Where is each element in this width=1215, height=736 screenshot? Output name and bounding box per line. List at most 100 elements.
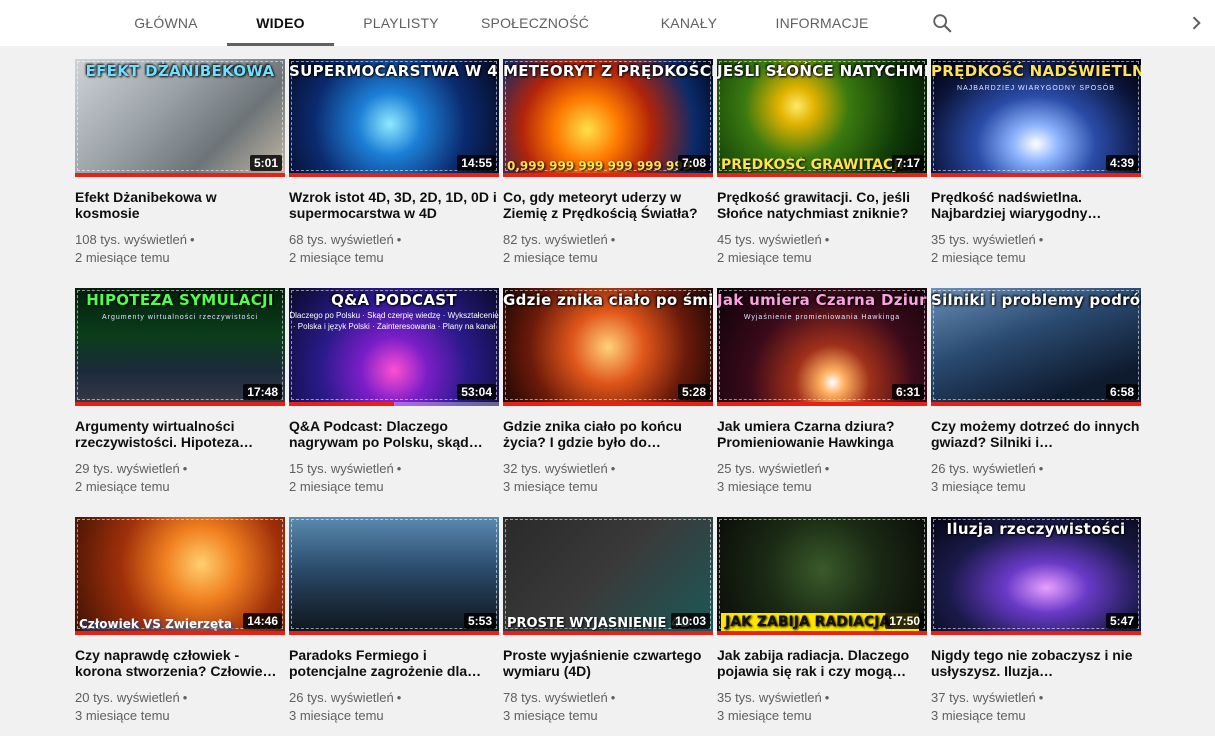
thumbnail-bottom-text: PRĘDKOŚĆ GRAWITACJI — [721, 157, 904, 173]
video-thumbnail[interactable]: EFEKT DŻANIBEKOWA 5:01 — [75, 59, 285, 177]
video-metadata: 37 tys. wyświetleń • 3 miesiące temu — [931, 689, 1141, 725]
video-thumbnail[interactable]: Jak umiera Czarna Dziura? Wyjaśnienie pro… — [717, 288, 927, 406]
video-title[interactable]: Co, gdy meteoryt uderzy w Ziemię z Prędk… — [503, 189, 713, 221]
tab-kanaly[interactable]: KANAŁY — [640, 0, 738, 46]
view-count-line: 108 tys. wyświetleń • — [75, 231, 285, 249]
video-thumbnail[interactable]: METEORYT Z PRĘDKOŚCIĄ 0,999 999 999 999 9… — [503, 59, 713, 177]
video-title[interactable]: Prędkość grawitacji. Co, jeśli Słońce na… — [717, 189, 927, 221]
video-thumbnail[interactable]: Iluzja rzeczywistości 5:47 — [931, 517, 1141, 635]
video-title[interactable]: Argumenty wirtualności rzeczywistości. H… — [75, 418, 285, 450]
watched-progress-fill — [717, 402, 927, 406]
meta-separator: • — [190, 232, 195, 247]
video-card[interactable]: PRĘDKOŚĆ NADŚWIETLNA NAJBARDZIEJ WIARYGOD… — [931, 59, 1141, 267]
video-thumbnail[interactable]: JAK ZABIJA RADIACJA 17:50 — [717, 517, 927, 635]
video-card[interactable]: Iluzja rzeczywistości 5:47 Nigdy tego ni… — [931, 517, 1141, 725]
upload-age: 3 miesiące temu — [503, 708, 598, 723]
video-title[interactable]: Prędkość nadświetlna. Najbardziej wiaryg… — [931, 189, 1141, 221]
video-card[interactable]: SUPERMOCARSTWA W 4D 14:55 Wzrok istot 4D… — [289, 59, 499, 267]
video-title[interactable]: Czy naprawdę człowiek - korona stworzeni… — [75, 647, 285, 679]
tab-wideo[interactable]: WIDEO — [227, 0, 334, 46]
watched-progress-bar — [75, 173, 285, 177]
video-card[interactable]: PROSTE WYJAŚNIENIE 4D 10:03 Proste wyjaś… — [503, 517, 713, 725]
video-card[interactable]: JEŚLI SŁOŃCE NATYCHMIAST ZNIKNIE PRĘDKOŚĆ… — [717, 59, 927, 267]
view-count-line: 78 tys. wyświetleń • — [503, 689, 713, 707]
video-thumbnail[interactable]: JEŚLI SŁOŃCE NATYCHMIAST ZNIKNIE PRĘDKOŚĆ… — [717, 59, 927, 177]
watched-progress-fill — [931, 631, 1141, 635]
video-thumbnail[interactable]: Q&A PODCAST Dlaczego po Polsku · Skąd cze… — [289, 288, 499, 406]
tab-spolecznosc[interactable]: SPOŁECZNOŚĆ — [462, 0, 608, 46]
tab-playlisty[interactable]: PLAYLISTY — [350, 0, 452, 46]
watched-progress-fill — [931, 173, 1141, 177]
video-thumbnail[interactable]: SUPERMOCARSTWA W 4D 14:55 — [289, 59, 499, 177]
video-title[interactable]: Jak zabija radiacja. Dlaczego pojawia si… — [717, 647, 927, 679]
chevron-right-icon[interactable] — [1186, 13, 1206, 33]
video-title[interactable]: Czy możemy dotrzeć do innych gwiazd? Sil… — [931, 418, 1141, 450]
view-count-line: 35 tys. wyświetleń • — [931, 231, 1141, 249]
watched-progress-bar — [75, 631, 285, 635]
thumbnail-subtitle-text: NAJBARDZIEJ WIARYGODNY SPOSÓB — [957, 85, 1115, 92]
upload-age: 3 miesiące temu — [503, 479, 598, 494]
duration-badge: 17:50 — [885, 613, 924, 629]
video-card[interactable]: EFEKT DŻANIBEKOWA 5:01 Efekt Dżanibekowa… — [75, 59, 285, 267]
video-thumbnail[interactable]: PROSTE WYJAŚNIENIE 4D 10:03 — [503, 517, 713, 635]
upload-age: 2 miesiące temu — [289, 479, 384, 494]
video-card[interactable]: JAK ZABIJA RADIACJA 17:50 Jak zabija rad… — [717, 517, 927, 725]
meta-separator: • — [1038, 461, 1044, 476]
video-card[interactable]: HIPOTEZA SYMULACJI Argumenty wirtualności… — [75, 288, 285, 496]
view-count: 45 tys. wyświetleń — [717, 232, 822, 247]
watched-progress-bar — [931, 173, 1141, 177]
duration-badge: 14:46 — [243, 613, 282, 629]
view-count: 20 tys. wyświetleń — [75, 690, 180, 705]
watched-progress-bar — [289, 631, 499, 635]
thumbnail-title-text: JEŚLI SŁOŃCE NATYCHMIAST ZNIKNIE — [717, 62, 927, 80]
watched-progress-bar — [289, 173, 499, 177]
video-card[interactable]: Gdzie znika ciało po śmierci 5:28 Gdzie … — [503, 288, 713, 496]
watched-progress-bar — [931, 402, 1141, 406]
video-card[interactable]: Jak umiera Czarna Dziura? Wyjaśnienie pro… — [717, 288, 927, 496]
video-title[interactable]: Gdzie znika ciało po końcu życia? I gdzi… — [503, 418, 713, 450]
tab-glowna[interactable]: GŁÓWNA — [118, 0, 214, 46]
upload-age: 3 miesiące temu — [931, 479, 1026, 494]
meta-separator: • — [824, 690, 830, 705]
video-metadata: 108 tys. wyświetleń • 2 miesiące temu — [75, 231, 285, 267]
video-thumbnail[interactable]: PRĘDKOŚĆ NADŚWIETLNA NAJBARDZIEJ WIARYGOD… — [931, 59, 1141, 177]
meta-separator: • — [396, 690, 402, 705]
tab-informacje[interactable]: INFORMACJE — [762, 0, 882, 46]
upload-age: 2 miesiące temu — [503, 250, 598, 265]
video-title[interactable]: Wzrok istot 4D, 3D, 2D, 1D, 0D i supermo… — [289, 189, 499, 221]
video-title[interactable]: Jak umiera Czarna dziura? Promieniowanie… — [717, 418, 927, 450]
video-title[interactable]: Nigdy tego nie zobaczysz i nie usłyszysz… — [931, 647, 1141, 679]
watched-progress-bar — [717, 173, 927, 177]
duration-badge: 5:01 — [249, 155, 282, 171]
watched-progress-fill — [289, 631, 499, 635]
video-title[interactable]: Efekt Dżanibekowa w kosmosie — [75, 189, 285, 221]
video-card[interactable]: 5:53 Paradoks Fermiego i potencjalne zag… — [289, 517, 499, 725]
upload-age: 3 miesiące temu — [931, 708, 1026, 723]
meta-separator: • — [182, 461, 188, 476]
video-thumbnail[interactable]: 5:53 — [289, 517, 499, 635]
view-count: 15 tys. wyświetleń — [289, 461, 394, 476]
video-card[interactable]: Silniki i problemy podróży międzygwiezdn… — [931, 288, 1141, 496]
view-count-line: 37 tys. wyświetleń • — [931, 689, 1141, 707]
view-count: 108 tys. wyświetleń — [75, 232, 187, 247]
meta-separator: • — [1038, 690, 1044, 705]
video-title[interactable]: Q&A Podcast: Dlaczego nagrywam po Polsku… — [289, 418, 499, 450]
video-card[interactable]: METEORYT Z PRĘDKOŚCIĄ 0,999 999 999 999 9… — [503, 59, 713, 267]
thumbnail-subtitle-text: Argumenty wirtualności rzeczywistości — [101, 314, 259, 321]
duration-badge: 5:28 — [677, 384, 710, 400]
video-thumbnail[interactable]: HIPOTEZA SYMULACJI Argumenty wirtualności… — [75, 288, 285, 406]
video-thumbnail[interactable]: Człowiek VS Zwierzęta 14:46 — [75, 517, 285, 635]
view-count-line: 25 tys. wyświetleń • — [717, 460, 927, 478]
watched-progress-bar — [503, 631, 713, 635]
video-thumbnail[interactable]: Silniki i problemy podróży międzygwiezdn… — [931, 288, 1141, 406]
video-thumbnail[interactable]: Gdzie znika ciało po śmierci 5:28 — [503, 288, 713, 406]
video-card[interactable]: Człowiek VS Zwierzęta 14:46 Czy naprawdę… — [75, 517, 285, 725]
video-title[interactable]: Paradoks Fermiego i potencjalne zagrożen… — [289, 647, 499, 679]
upload-age: 2 miesiące temu — [75, 479, 170, 494]
video-card[interactable]: Q&A PODCAST Dlaczego po Polsku · Skąd cze… — [289, 288, 499, 496]
video-title[interactable]: Proste wyjaśnienie czwartego wymiaru (4D… — [503, 647, 713, 679]
watched-progress-fill — [931, 402, 1141, 406]
meta-separator: • — [610, 461, 616, 476]
search-icon[interactable] — [931, 12, 953, 34]
duration-badge: 10:03 — [671, 613, 710, 629]
